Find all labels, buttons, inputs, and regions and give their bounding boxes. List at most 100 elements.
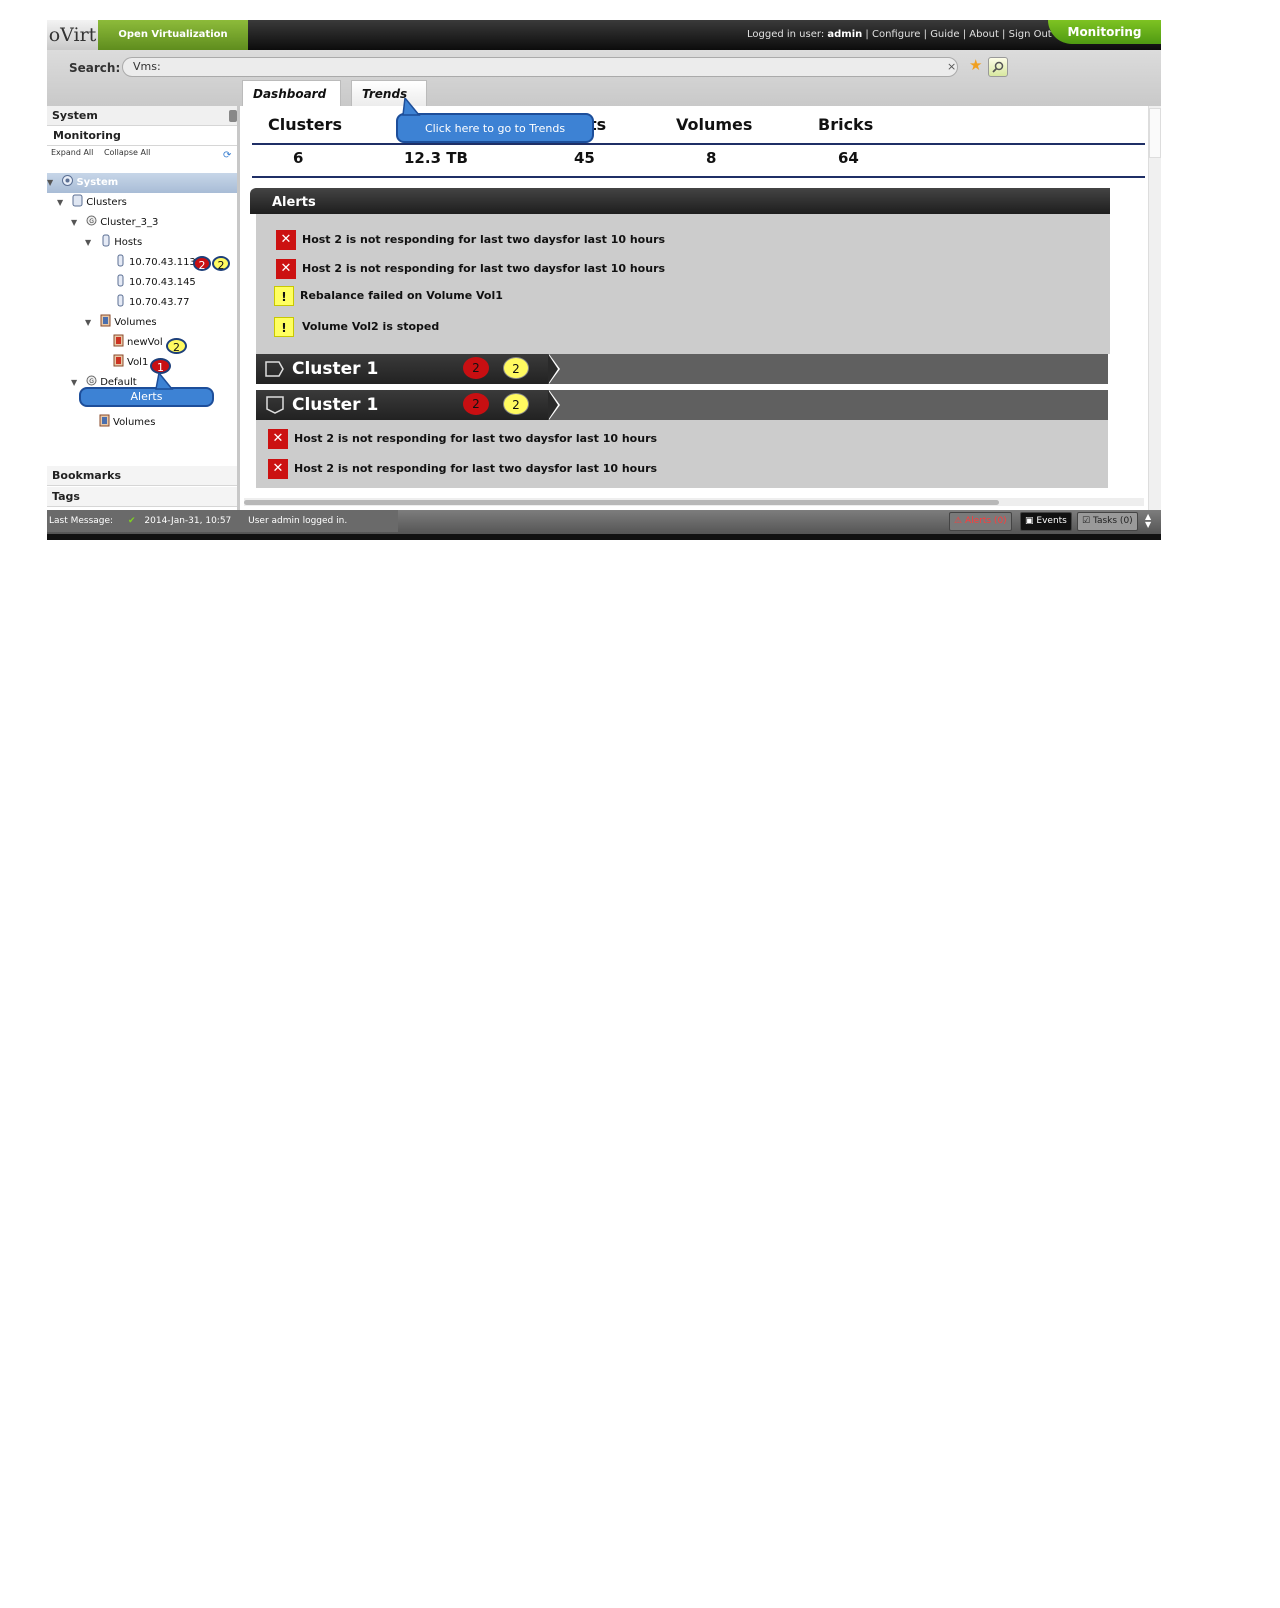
search-input[interactable]: Vms: — [122, 57, 958, 77]
error-x-icon: ✕ — [268, 459, 288, 479]
cluster-alerts-list: ✕ Host 2 is not responding for last two d… — [256, 420, 1108, 488]
cluster-bar[interactable]: Cluster 1 2 2 — [256, 390, 1108, 420]
expand-arrow-icon[interactable]: ▼ — [85, 233, 97, 253]
collapse-panel-icon[interactable] — [229, 110, 237, 122]
ovirt-logo: oVirt — [47, 20, 98, 50]
top-header: oVirt Open Virtualization Manager Logged… — [47, 20, 1161, 70]
tree-item-host-1[interactable]: 10.70.43.113 — [115, 253, 196, 273]
collapse-all-link[interactable]: Collapse All — [104, 148, 150, 157]
tree-item-host-3[interactable]: 10.70.43.77 — [115, 293, 189, 313]
monitoring-header[interactable]: Monitoring — [47, 126, 237, 146]
cluster-warning-badge[interactable]: 2 — [503, 393, 529, 415]
svg-text:G: G — [89, 378, 94, 385]
host-icon — [115, 294, 126, 307]
bottom-strip — [47, 534, 1161, 540]
expand-arrow-icon[interactable]: ▼ — [71, 213, 83, 233]
vertical-scrollbar[interactable] — [1148, 106, 1161, 510]
alerts-button-label: Alerts (0) — [964, 516, 1007, 526]
alerts-button[interactable]: ⚠ Alerts (0) — [949, 512, 1012, 531]
alerts-header[interactable]: Alerts — [250, 188, 1110, 214]
bookmark-star-icon[interactable]: ★ — [969, 56, 982, 74]
tree-item-newvol[interactable]: newVol — [113, 333, 163, 353]
cluster-warning-badge[interactable]: 2 — [503, 357, 529, 379]
tree-item-default-volumes[interactable]: Volumes — [99, 413, 155, 433]
error-x-icon: ✕ — [276, 259, 296, 279]
tree-item-host-2[interactable]: 10.70.43.145 — [115, 273, 196, 293]
alert-text: Host 2 is not responding for last two da… — [302, 233, 666, 246]
tree-label-newvol: newVol — [127, 337, 163, 348]
username: admin — [827, 29, 863, 40]
chevron-tip — [548, 354, 558, 384]
summary-value-bricks: 64 — [838, 149, 859, 167]
last-message-label: Last Message: — [49, 516, 114, 526]
summary-value-clusters: 6 — [293, 149, 304, 167]
horizontal-scrollbar[interactable] — [244, 498, 1144, 506]
host-icon — [115, 254, 126, 267]
last-message: Last Message: ✔ 2014-Jan-31, 10:57 User … — [47, 510, 398, 532]
expand-arrow-icon[interactable]: ▼ — [57, 193, 69, 213]
alert-text: Volume Vol2 is stoped — [302, 320, 440, 333]
cluster-error-badge[interactable]: 2 — [463, 357, 489, 379]
tree-item-clusters[interactable]: ▼ Clusters — [57, 193, 127, 213]
tasks-button[interactable]: ☑ Tasks (0) — [1077, 512, 1138, 531]
expand-arrow-icon[interactable]: ▼ — [47, 173, 59, 193]
tags-header[interactable]: Tags — [47, 487, 237, 507]
cluster-title: Cluster 1 — [292, 359, 379, 379]
tab-dashboard[interactable]: Dashboard — [242, 80, 341, 106]
tree-item-system[interactable]: ▼ System — [47, 173, 237, 193]
summary-label-volumes: Volumes — [676, 115, 753, 134]
cluster-error-badge[interactable]: 2 — [463, 393, 489, 415]
expand-footer-arrows-icon[interactable]: ▲ ▼ — [1145, 513, 1151, 529]
alert-item[interactable]: ✕ Host 2 is not responding for last two d… — [276, 258, 665, 280]
cluster-header: Cluster 1 2 2 — [256, 390, 548, 420]
host-error-badge[interactable]: 2 — [193, 256, 211, 272]
configure-link[interactable]: Configure — [872, 29, 920, 40]
vertical-scrollbar-thumb[interactable] — [1149, 108, 1161, 158]
alert-item[interactable]: ✕ Host 2 is not responding for last two d… — [268, 458, 657, 480]
tree-item-volumes[interactable]: ▼ Volumes — [85, 313, 157, 333]
alert-item[interactable]: ! Volume Vol2 is stoped — [274, 316, 439, 338]
host-icon — [115, 274, 126, 287]
expand-all-link[interactable]: Expand All — [51, 148, 93, 157]
clusters-icon — [72, 194, 83, 207]
warning-exclamation-icon: ! — [274, 317, 294, 337]
alert-wrench-icon: ⚠ — [954, 516, 963, 526]
tree-tools: Expand All Collapse All — [51, 148, 158, 157]
expand-arrow-icon[interactable]: ▼ — [85, 313, 97, 333]
alert-item[interactable]: ✕ Host 2 is not responding for last two d… — [276, 229, 665, 251]
refresh-icon[interactable]: ⟳ — [223, 150, 231, 161]
check-icon: ✔ — [127, 516, 136, 526]
sign-out-link[interactable]: Sign Out — [1009, 29, 1052, 40]
alert-item[interactable]: ! Rebalance failed on Volume Vol1 — [274, 285, 503, 307]
expanded-arrow-icon[interactable] — [265, 396, 285, 414]
volumes-icon — [100, 314, 111, 327]
chevron-tip — [548, 390, 558, 420]
volume-warning-badge[interactable]: 2 — [166, 338, 187, 354]
tasks-button-label: Tasks (0) — [1092, 516, 1133, 526]
bookmarks-header[interactable]: Bookmarks — [47, 466, 237, 486]
alerts-callout-pointer — [155, 373, 174, 390]
summary-value-hosts: 45 — [574, 149, 595, 167]
tree-item-hosts[interactable]: ▼ Hosts — [85, 233, 142, 253]
events-button[interactable]: ▣ Events — [1020, 512, 1072, 531]
cluster-bar[interactable]: Cluster 1 2 2 — [256, 354, 1108, 384]
tree-label-vol1: Vol1 — [127, 357, 149, 368]
tree-item-cluster-3-3[interactable]: ▼ G Cluster_3_3 — [71, 213, 158, 233]
search-button[interactable] — [988, 57, 1008, 77]
last-message-timestamp: 2014-Jan-31, 10:57 — [144, 516, 232, 526]
horizontal-scrollbar-thumb[interactable] — [244, 500, 999, 505]
alerts-list: ✕ Host 2 is not responding for last two d… — [256, 214, 1110, 354]
host-warning-badge[interactable]: 2 — [212, 256, 230, 272]
last-message-text: User admin logged in. — [248, 516, 348, 526]
system-header[interactable]: System — [47, 106, 237, 126]
alert-item[interactable]: ✕ Host 2 is not responding for last two d… — [268, 428, 657, 450]
guide-link[interactable]: Guide — [930, 29, 959, 40]
clear-search-icon[interactable]: × — [947, 60, 956, 73]
monitoring-mode-tab[interactable]: Monitoring — [1048, 20, 1161, 44]
volume-error-badge[interactable]: 1 — [150, 358, 171, 374]
collapsed-arrow-icon[interactable] — [265, 360, 285, 378]
tree-label-default-volumes: Volumes — [113, 417, 156, 428]
about-link[interactable]: About — [969, 29, 999, 40]
error-x-icon: ✕ — [268, 429, 288, 449]
tree-item-vol1[interactable]: Vol1 — [113, 353, 148, 373]
